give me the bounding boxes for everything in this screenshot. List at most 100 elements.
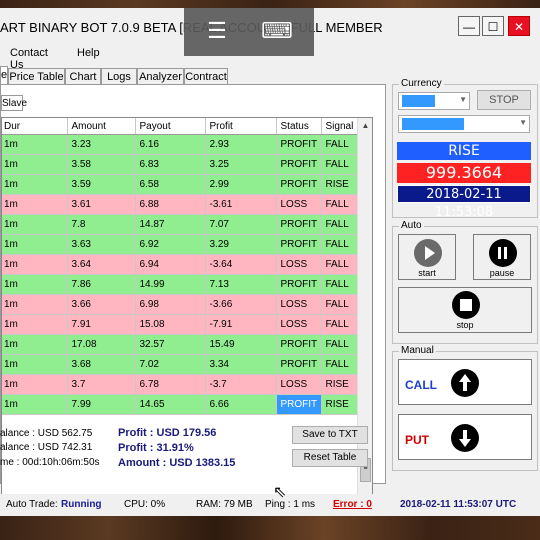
cell-dur[interactable]: 1m (2, 134, 68, 155)
cell-payout[interactable]: 6.58 (135, 174, 206, 195)
error-count[interactable]: Error : 0 (333, 499, 372, 510)
tab-trade[interactable]: e (0, 66, 8, 84)
cell-profit[interactable]: 7.07 (205, 214, 277, 235)
cell-status[interactable]: PROFIT (276, 154, 322, 175)
cell-dur[interactable]: 1m (2, 194, 68, 215)
cell-dur[interactable]: 1m (2, 274, 68, 295)
cell-amount[interactable]: 3.63 (67, 234, 136, 255)
cell-amount[interactable]: 7.86 (67, 274, 136, 295)
cell-amount[interactable]: 7.8 (67, 214, 136, 235)
cell-payout[interactable]: 14.99 (135, 274, 206, 295)
cell-profit[interactable]: -3.64 (205, 254, 277, 275)
cell-payout[interactable]: 14.87 (135, 214, 206, 235)
cell-amount[interactable]: 3.66 (67, 294, 136, 315)
cell-profit[interactable]: -3.7 (205, 374, 277, 395)
pause-button[interactable]: pause (473, 234, 531, 280)
cell-status[interactable]: PROFIT (276, 354, 322, 375)
cell-profit[interactable]: -3.66 (205, 294, 277, 315)
cell-status[interactable]: LOSS (276, 254, 322, 275)
close-button[interactable]: ✕ (508, 16, 530, 36)
cell-payout[interactable]: 6.98 (135, 294, 206, 315)
cell-status[interactable]: LOSS (276, 314, 322, 335)
cell-signal[interactable]: RISE (321, 174, 360, 195)
cell-profit[interactable]: 2.93 (205, 134, 277, 155)
reset-table-button[interactable]: Reset Table (292, 449, 368, 467)
cell-profit[interactable]: 3.34 (205, 354, 277, 375)
cell-payout[interactable]: 15.08 (135, 314, 206, 335)
cell-profit[interactable]: 7.13 (205, 274, 277, 295)
table-row[interactable]: 1m 3.7 6.78 -3.7 LOSS RISE (2, 374, 360, 395)
cell-profit[interactable]: -3.61 (205, 194, 277, 215)
cell-amount[interactable]: 7.91 (67, 314, 136, 335)
call-button[interactable]: CALL (398, 359, 532, 405)
cell-signal[interactable]: FALL (321, 314, 360, 335)
col-dur[interactable]: Dur (2, 118, 68, 135)
table-row[interactable]: 1m 7.86 14.99 7.13 PROFIT FALL (2, 274, 360, 295)
cell-payout[interactable]: 14.65 (135, 394, 206, 415)
cell-profit[interactable]: 15.49 (205, 334, 277, 355)
table-row[interactable]: 1m 3.63 6.92 3.29 PROFIT FALL (2, 234, 360, 255)
cell-status[interactable]: PROFIT (276, 274, 322, 295)
cell-amount[interactable]: 3.7 (67, 374, 136, 395)
cell-amount[interactable]: 17.08 (67, 334, 136, 355)
cell-profit[interactable]: 3.25 (205, 154, 277, 175)
cell-signal[interactable]: FALL (321, 294, 360, 315)
cell-status[interactable]: LOSS (276, 294, 322, 315)
table-row[interactable]: 1m 7.8 14.87 7.07 PROFIT FALL (2, 214, 360, 235)
maximize-button[interactable]: ☐ (482, 16, 504, 36)
table-row[interactable]: 1m 3.68 7.02 3.34 PROFIT FALL (2, 354, 360, 375)
cell-amount[interactable]: 3.61 (67, 194, 136, 215)
menu-help[interactable]: Help (77, 47, 100, 59)
cell-status[interactable]: LOSS (276, 194, 322, 215)
cell-amount[interactable]: 3.64 (67, 254, 136, 275)
cell-amount[interactable]: 3.68 (67, 354, 136, 375)
col-payout[interactable]: Payout (135, 118, 206, 135)
table-row[interactable]: 1m 17.08 32.57 15.49 PROFIT FALL (2, 334, 360, 355)
cell-dur[interactable]: 1m (2, 294, 68, 315)
table-row[interactable]: 1m 3.58 6.83 3.25 PROFIT FALL (2, 154, 360, 175)
cell-status[interactable]: PROFIT (276, 214, 322, 235)
websocket-select[interactable]: Websocket A ▼ (398, 115, 530, 133)
cell-signal[interactable]: FALL (321, 134, 360, 155)
tab-chart[interactable]: Chart (65, 68, 101, 84)
cell-payout[interactable]: 6.16 (135, 134, 206, 155)
cell-signal[interactable]: RISE (321, 374, 360, 395)
cell-amount[interactable]: 3.59 (67, 174, 136, 195)
cell-amount[interactable]: 3.58 (67, 154, 136, 175)
cell-amount[interactable]: 7.99 (67, 394, 136, 415)
cell-signal[interactable]: FALL (321, 274, 360, 295)
cell-payout[interactable]: 32.57 (135, 334, 206, 355)
table-row[interactable]: 1m 3.23 6.16 2.93 PROFIT FALL (2, 134, 360, 155)
cell-signal[interactable]: RISE (321, 394, 360, 415)
scroll-up-icon[interactable]: ▲ (358, 118, 372, 133)
tab-analyzer[interactable]: Analyzer (137, 68, 184, 84)
stop-button[interactable]: STOP (477, 90, 531, 110)
cell-signal[interactable]: FALL (321, 334, 360, 355)
tab-price-table[interactable]: Price Table (8, 68, 65, 84)
cell-profit[interactable]: 2.99 (205, 174, 277, 195)
table-row[interactable]: 1m 3.64 6.94 -3.64 LOSS FALL (2, 254, 360, 275)
cell-status[interactable]: PROFIT (276, 234, 322, 255)
cell-dur[interactable]: 1m (2, 214, 68, 235)
cell-status[interactable]: PROFIT (276, 394, 322, 415)
table-row[interactable]: 1m 3.59 6.58 2.99 PROFIT RISE (2, 174, 360, 195)
tab-contract[interactable]: Contract (184, 68, 228, 84)
cell-profit[interactable]: 3.29 (205, 234, 277, 255)
table-row[interactable]: 1m 7.99 14.65 6.66 PROFIT RISE (2, 394, 360, 415)
cell-payout[interactable]: 6.78 (135, 374, 206, 395)
table-row[interactable]: 1m 3.61 6.88 -3.61 LOSS FALL (2, 194, 360, 215)
cell-signal[interactable]: FALL (321, 354, 360, 375)
cell-signal[interactable]: FALL (321, 194, 360, 215)
col-profit[interactable]: Profit (205, 118, 277, 135)
col-signal[interactable]: Signal (321, 118, 360, 135)
minimize-button[interactable]: — (458, 16, 480, 36)
cell-payout[interactable]: 7.02 (135, 354, 206, 375)
cell-dur[interactable]: 1m (2, 154, 68, 175)
cell-status[interactable]: PROFIT (276, 134, 322, 155)
tab-logs[interactable]: Logs (101, 68, 137, 84)
cell-profit[interactable]: -7.91 (205, 314, 277, 335)
cell-dur[interactable]: 1m (2, 174, 68, 195)
cell-payout[interactable]: 6.88 (135, 194, 206, 215)
cell-payout[interactable]: 6.83 (135, 154, 206, 175)
keyboard-icon[interactable]: ⌨ (260, 18, 294, 44)
